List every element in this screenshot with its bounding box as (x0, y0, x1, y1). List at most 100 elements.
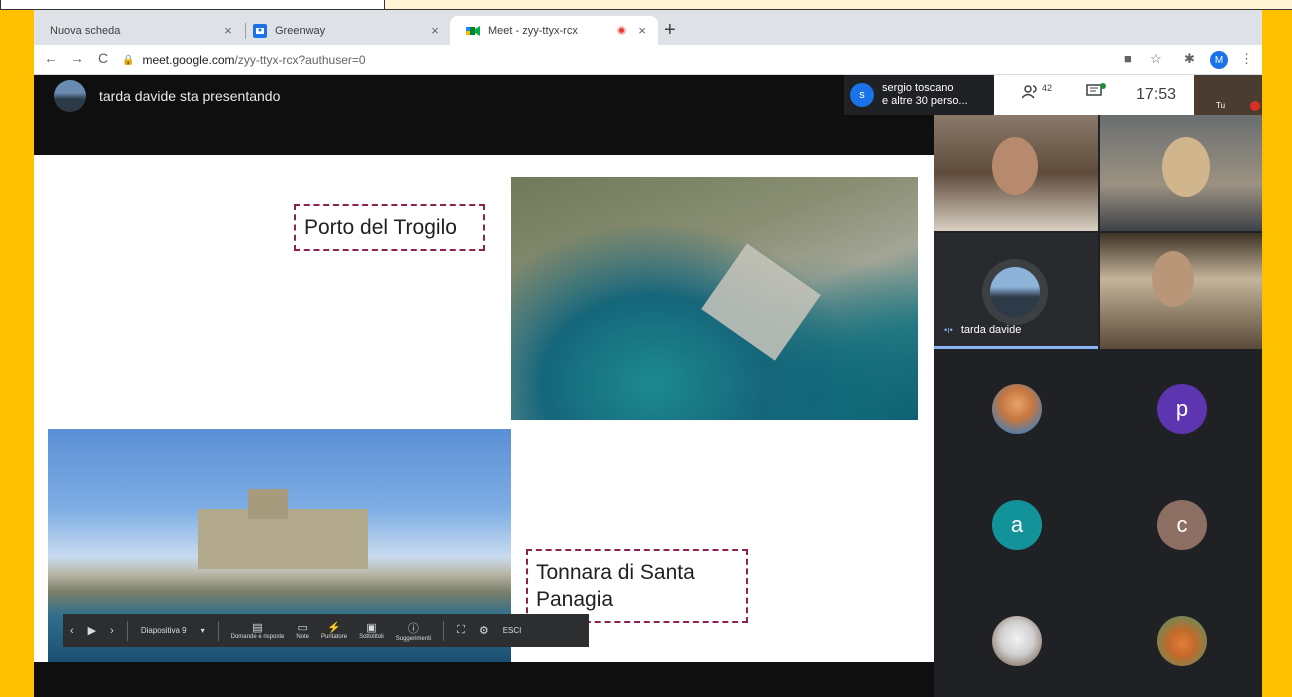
avatar-image (990, 267, 1040, 317)
participant-tile[interactable] (934, 115, 1098, 231)
participant-chip[interactable]: s sergio toscano e altre 30 perso... (844, 75, 994, 115)
new-tab-button[interactable]: + (664, 19, 676, 42)
camera-icon[interactable]: ■ (1124, 51, 1132, 66)
pointer-button[interactable]: ⚡ Puntatore (321, 621, 347, 640)
qa-icon: ▤ (252, 622, 263, 634)
avatar: s (850, 83, 874, 107)
divider (217, 620, 219, 641)
divider (443, 620, 445, 641)
pointer-icon: ⚡ (327, 622, 341, 634)
captions-icon: ▣ (366, 622, 377, 634)
qa-button[interactable]: ▤ Domande e risposte (231, 621, 285, 640)
presenter-bar: tarda davide sta presentando (34, 75, 934, 155)
participant-avatar[interactable] (992, 616, 1042, 666)
chip-line1: sergio toscano (882, 82, 954, 94)
browser-window: Nuova scheda × Greenway × Meet - zyy-tty… (34, 10, 1262, 697)
meet-area: tarda davide sta presentando s sergio to… (34, 75, 1262, 697)
presenter-tile[interactable]: •ı• tarda davide (934, 233, 1098, 349)
participant-avatar[interactable] (1157, 616, 1207, 666)
chip-line2: e altre 30 perso... (882, 95, 968, 107)
presenter-name-label: tarda davide (960, 324, 1022, 336)
close-icon[interactable]: × (220, 23, 236, 38)
tab-greenway[interactable]: Greenway × (237, 16, 451, 45)
participant-avatar[interactable]: c (1157, 500, 1207, 550)
extensions-icon[interactable]: ✱ (1184, 51, 1195, 67)
url-path: /zyy-ttyx-rcx?authuser=0 (234, 53, 366, 67)
photo-building (701, 243, 821, 361)
slide-controls: ‹ ▶ › Diapositiva 9 ▾ ▤ Domande e rispos… (63, 614, 589, 647)
tool-label: Suggerimenti (395, 635, 432, 642)
play-icon[interactable]: ▶ (88, 624, 96, 637)
photo-porto-del-trogilo (511, 177, 918, 420)
tab-strip: Nuova scheda × Greenway × Meet - zyy-tty… (34, 10, 1262, 45)
address-bar[interactable]: 🔒 meet.google.com/zyy-ttyx-rcx?authuser=… (122, 48, 1122, 72)
self-view-tile[interactable]: Tu (1194, 75, 1262, 115)
chip-text: sergio toscano e altre 30 perso... (882, 82, 968, 108)
presenter-avatar-large (982, 259, 1048, 325)
tool-label: Note (296, 634, 310, 640)
frame-yellow-box (385, 0, 1292, 10)
people-icon[interactable] (1021, 85, 1040, 104)
slide-label-bottom: Tonnara di Santa Panagia (526, 549, 748, 623)
participant-face (1152, 251, 1194, 307)
close-icon[interactable]: × (427, 23, 443, 38)
participant-face (992, 137, 1038, 195)
tab-label: Meet - zyy-ttyx-rcx (488, 24, 578, 37)
settings-icon[interactable]: ⚙ (479, 624, 489, 637)
presenter-text: tarda davide sta presentando (99, 88, 281, 104)
divider (126, 620, 128, 641)
bottom-bar (34, 662, 934, 697)
participant-tile[interactable] (1100, 233, 1262, 349)
participant-tile[interactable] (1100, 115, 1262, 231)
chat-notification-dot (1100, 83, 1106, 89)
tab-meet[interactable]: Meet - zyy-ttyx-rcx × (450, 16, 658, 45)
dropdown-icon[interactable]: ▾ (201, 626, 205, 635)
participant-avatar[interactable]: p (1157, 384, 1207, 434)
prev-slide-icon[interactable]: ‹ (70, 625, 74, 637)
captions-button[interactable]: ▣ Sottotitoli (359, 621, 384, 640)
participant-avatar[interactable]: a (992, 500, 1042, 550)
frame-white-box (0, 0, 385, 10)
speaking-icon: •ı• (944, 325, 953, 335)
notes-button[interactable]: ▭ Note (296, 621, 309, 640)
notes-icon: ▭ (297, 622, 308, 634)
url-host: meet.google.com (142, 53, 235, 67)
tab-label: Nuova scheda (50, 24, 121, 37)
outer-frame-top (0, 0, 1292, 10)
slide-label-top: Porto del Trogilo (294, 204, 485, 251)
tool-label: Sottotitoli (359, 634, 384, 640)
mic-off-icon (1250, 101, 1260, 111)
photo-ruin-tower (248, 489, 288, 519)
next-slide-icon[interactable]: › (110, 625, 114, 637)
meet-top-controls: s sergio toscano e altre 30 perso... 42 … (844, 75, 1194, 115)
reload-icon[interactable]: C (94, 50, 112, 66)
profile-avatar[interactable]: M (1210, 51, 1228, 69)
browser-toolbar: ← → C 🔒 meet.google.com/zyy-ttyx-rcx?aut… (34, 45, 1262, 75)
recording-icon (617, 26, 626, 35)
presenter-avatar (54, 80, 86, 112)
presentation-slide: Porto del Trogilo Tonnara di Santa Panag… (34, 155, 934, 662)
participant-face (1162, 137, 1210, 197)
info-icon: ⓘ (407, 622, 419, 635)
greenway-favicon-icon (253, 23, 267, 38)
self-label: Tu (1216, 101, 1226, 110)
tab-new-tab[interactable]: Nuova scheda × (34, 16, 244, 45)
tab-label: Greenway (275, 24, 326, 37)
menu-icon[interactable]: ⋮ (1240, 51, 1253, 67)
clock: 17:53 (1136, 86, 1177, 103)
participants-count: 42 (1042, 83, 1053, 93)
tool-label: Domande e risposte (230, 634, 285, 640)
lock-icon: 🔒 (122, 54, 135, 66)
exit-button[interactable]: ESCI (503, 626, 522, 635)
slide-selector[interactable]: Diapositiva 9 (141, 626, 187, 635)
participant-avatar[interactable] (992, 384, 1042, 434)
presenter-name: •ı• tarda davide (944, 324, 1021, 336)
close-icon[interactable]: × (634, 23, 650, 38)
back-icon[interactable]: ← (42, 50, 60, 66)
tips-button[interactable]: ⓘ Suggerimenti (396, 620, 431, 642)
tool-label: Puntatore (321, 634, 348, 640)
forward-icon[interactable]: → (68, 50, 86, 66)
participant-tiles: •ı• tarda davide p a c (934, 115, 1262, 697)
bookmark-star-icon[interactable]: ☆ (1150, 51, 1162, 67)
fullscreen-icon[interactable]: ⛶ (457, 624, 465, 637)
